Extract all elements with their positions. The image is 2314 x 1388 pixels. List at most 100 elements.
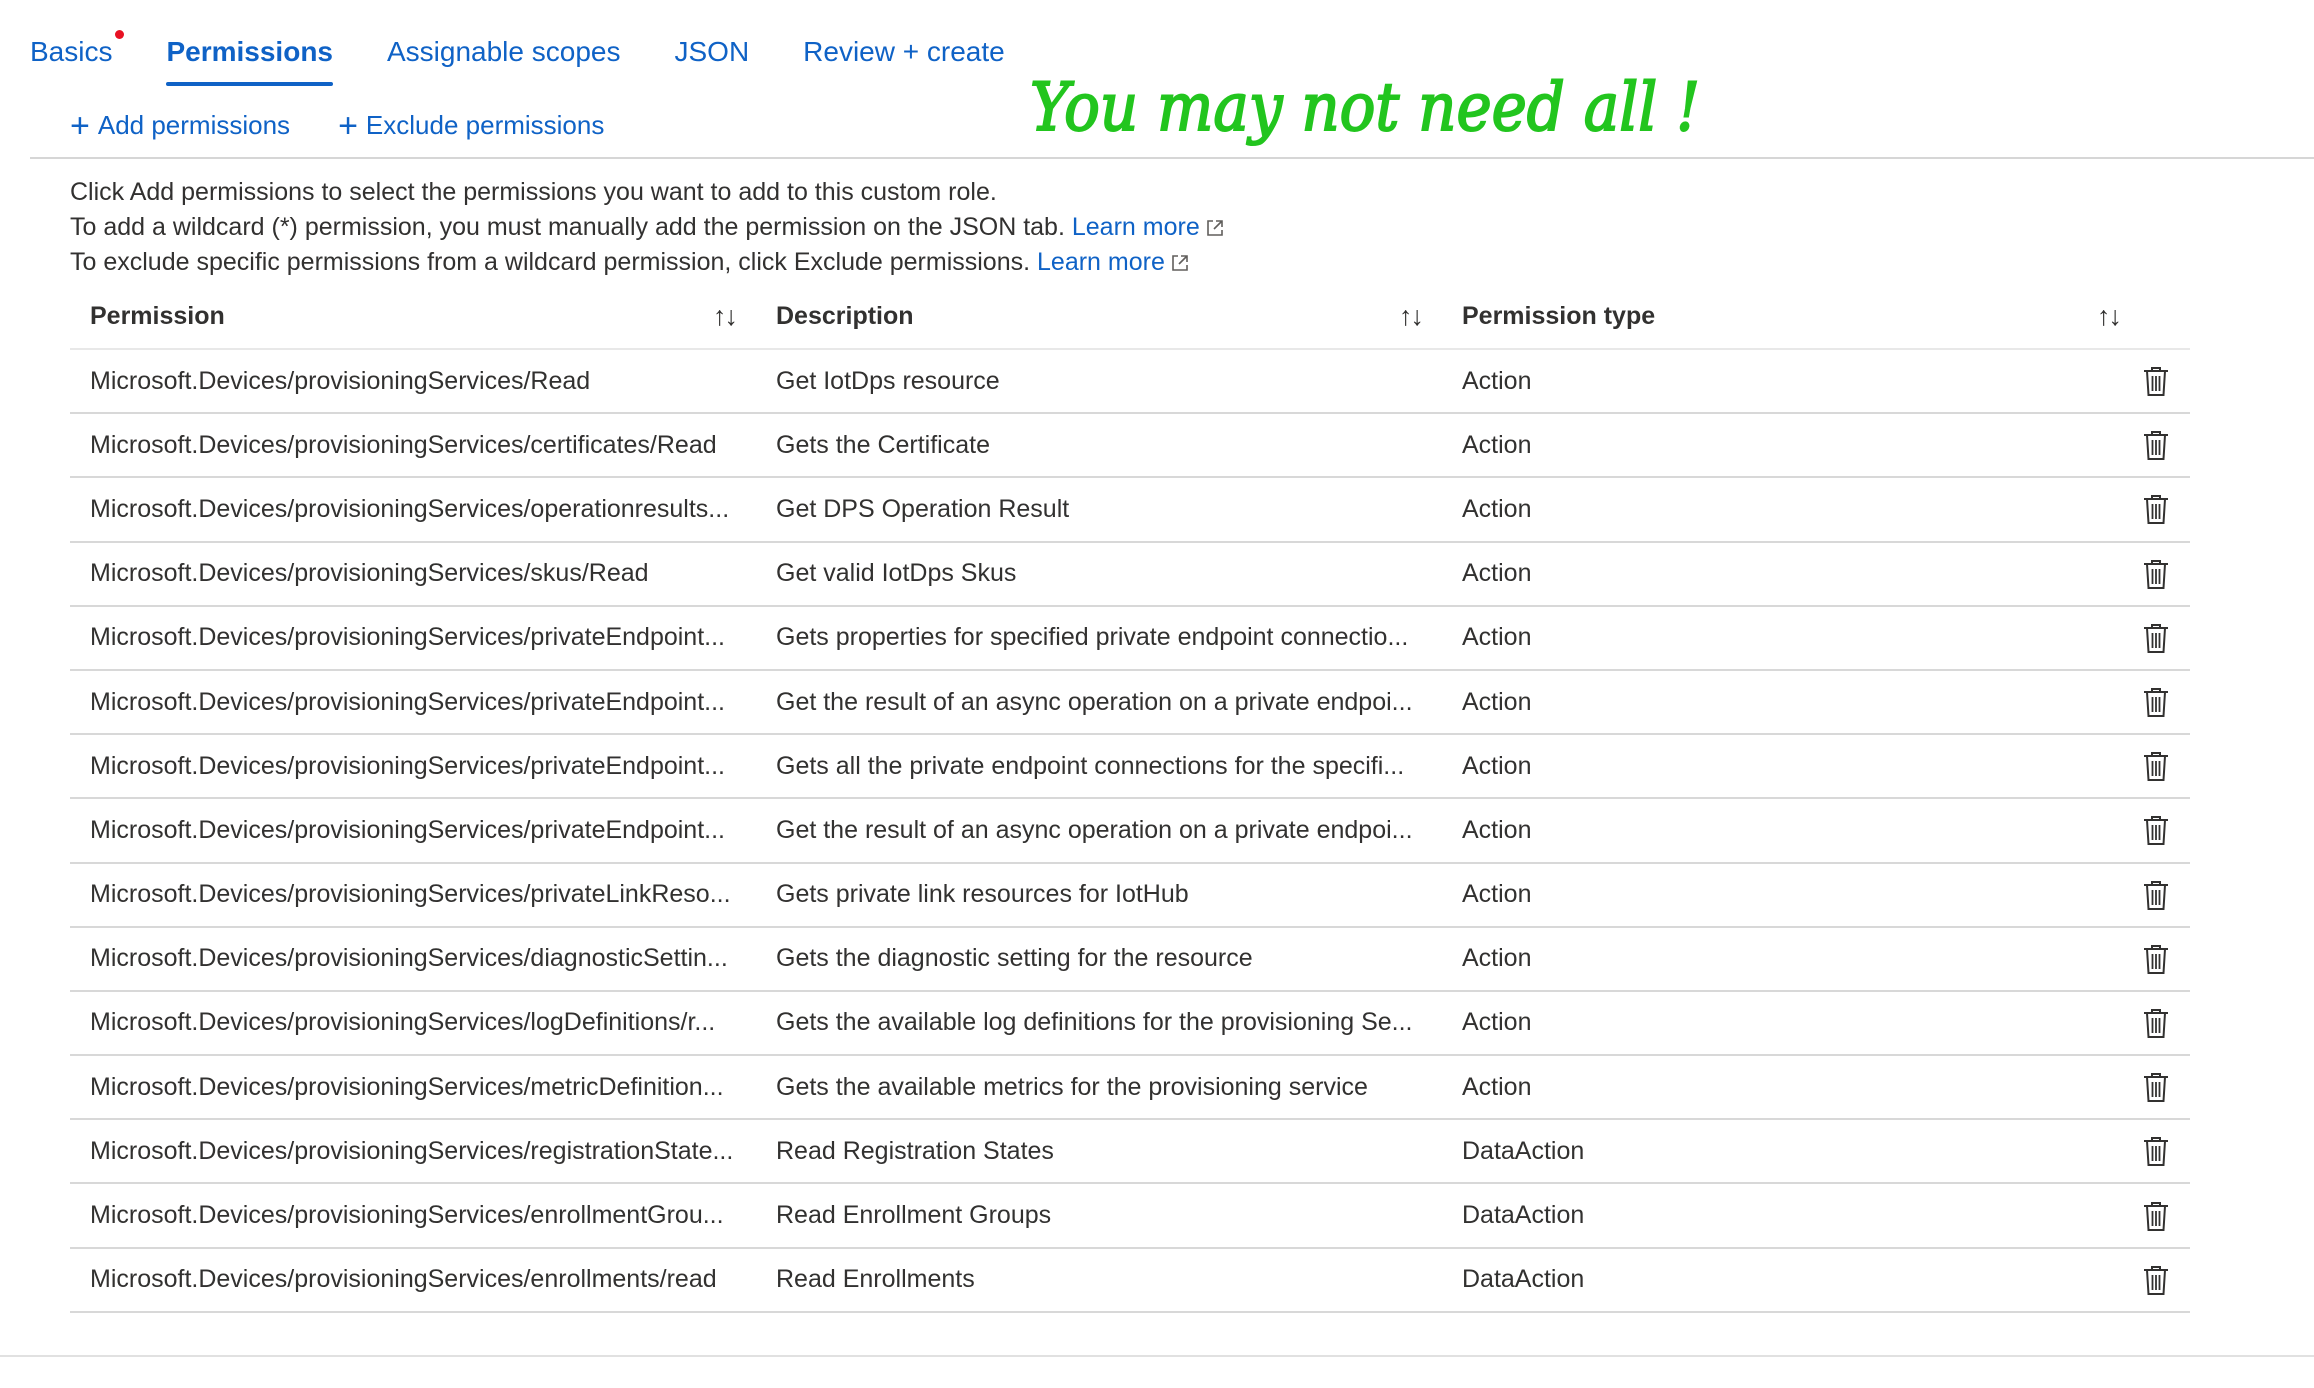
tab-review-create[interactable]: Review + create — [803, 30, 1005, 88]
column-header-label: Permission type — [1462, 302, 1656, 330]
table-row: Microsoft.Devices/provisioningServices/r… — [70, 1120, 2190, 1185]
permission-type-text: Action — [1462, 880, 1532, 909]
trash-icon[interactable] — [2142, 429, 2170, 461]
permission-type-text: Action — [1462, 687, 1532, 716]
permission-type-cell: Action — [1442, 864, 2190, 926]
trash-icon[interactable] — [2142, 1007, 2170, 1039]
permission-type-text: Action — [1462, 815, 1532, 844]
custom-role-permissions-page: Basics Permissions Assignable scopes JSO… — [0, 0, 2314, 1388]
trash-icon[interactable] — [2142, 1071, 2170, 1103]
permission-type-text: Action — [1462, 1072, 1532, 1101]
trash-icon[interactable] — [2142, 1135, 2170, 1167]
exclude-permissions-button[interactable]: + Exclude permissions — [338, 106, 605, 145]
permission-type-text: Action — [1462, 494, 1532, 523]
footer-divider — [0, 1355, 2314, 1357]
permission-cell: Microsoft.Devices/provisioningServices/p… — [90, 687, 725, 716]
learn-more-label: Learn more — [1071, 213, 1200, 241]
permission-type-cell: Action — [1442, 799, 2190, 861]
column-header-permission-type[interactable]: Permission type ↑↓ — [1442, 284, 2190, 349]
description-cell: Get valid IotDps Skus — [776, 559, 1017, 588]
permission-type-text: Action — [1462, 430, 1532, 459]
column-header-description[interactable]: Description ↑↓ — [756, 284, 1442, 349]
permission-type-text: Action — [1462, 944, 1532, 973]
table-row: Microsoft.Devices/provisioningServices/p… — [70, 799, 2190, 864]
trash-icon[interactable] — [2142, 493, 2170, 525]
description-cell: Read Enrollment Groups — [776, 1201, 1052, 1230]
trash-icon[interactable] — [2142, 879, 2170, 911]
trash-icon[interactable] — [2142, 943, 2170, 975]
permission-cell: Microsoft.Devices/provisioningServices/p… — [90, 623, 725, 652]
table-row: Microsoft.Devices/provisioningServices/p… — [70, 607, 2190, 671]
table-row: Microsoft.Devices/provisioningServices/e… — [70, 1249, 2190, 1313]
permission-type-cell: Action — [1442, 607, 2190, 669]
info-line-1: Click Add permissions to select the perm… — [70, 178, 997, 206]
trash-icon[interactable] — [2142, 622, 2170, 654]
description-cell: Gets the available metrics for the provi… — [776, 1072, 1368, 1101]
permission-type-cell: Action — [1442, 1056, 2190, 1118]
description-cell: Gets the available log definitions for t… — [776, 1008, 1413, 1037]
table-row: Microsoft.Devices/provisioningServices/R… — [70, 350, 2190, 415]
permission-type-text: Action — [1462, 559, 1532, 588]
description-cell: Get DPS Operation Result — [776, 494, 1070, 523]
permission-type-cell: Action — [1442, 928, 2190, 990]
tab-assignable-scopes-label: Assignable scopes — [387, 36, 621, 67]
permission-type-text: Action — [1462, 623, 1532, 652]
handwritten-annotation: You may not need all ! — [1030, 68, 1701, 147]
external-link-icon — [1172, 255, 1188, 272]
permission-type-cell: Action — [1442, 671, 2190, 733]
description-cell: Get the result of an async operation on … — [776, 687, 1413, 716]
table-row: Microsoft.Devices/provisioningServices/p… — [70, 735, 2190, 800]
add-permissions-button[interactable]: + Add permissions — [70, 106, 290, 145]
description-cell: Gets the diagnostic setting for the reso… — [776, 944, 1253, 973]
trash-icon[interactable] — [2142, 750, 2170, 782]
permission-type-cell: Action — [1442, 350, 2190, 412]
wizard-tabs: Basics Permissions Assignable scopes JSO… — [30, 30, 1059, 88]
permission-cell: Microsoft.Devices/provisioningServices/R… — [90, 366, 591, 395]
table-row: Microsoft.Devices/provisioningServices/m… — [70, 1056, 2190, 1121]
permission-cell: Microsoft.Devices/provisioningServices/l… — [90, 1008, 716, 1037]
permission-cell: Microsoft.Devices/provisioningServices/p… — [90, 751, 725, 780]
trash-icon[interactable] — [2142, 686, 2170, 718]
permission-cell: Microsoft.Devices/provisioningServices/o… — [90, 494, 730, 523]
description-cell: Get the result of an async operation on … — [776, 815, 1413, 844]
tab-basics[interactable]: Basics — [30, 30, 125, 88]
table-row: Microsoft.Devices/provisioningServices/s… — [70, 543, 2190, 607]
permission-cell: Microsoft.Devices/provisioningServices/r… — [90, 1136, 734, 1165]
sort-icon[interactable]: ↑↓ — [2097, 284, 2122, 349]
column-header-permission[interactable]: Permission ↑↓ — [70, 284, 756, 349]
description-cell: Gets properties for specified private en… — [776, 623, 1409, 652]
description-cell: Read Enrollments — [776, 1265, 975, 1294]
trash-icon[interactable] — [2142, 814, 2170, 846]
table-row: Microsoft.Devices/provisioningServices/c… — [70, 414, 2190, 479]
tab-permissions-label: Permissions — [166, 36, 333, 67]
permission-type-cell: DataAction — [1442, 1184, 2190, 1246]
plus-icon: + — [338, 106, 358, 145]
trash-icon[interactable] — [2142, 1200, 2170, 1232]
permission-type-cell: Action — [1442, 992, 2190, 1054]
table-body: Microsoft.Devices/provisioningServices/R… — [70, 350, 2190, 1313]
sort-icon[interactable]: ↑↓ — [713, 284, 738, 349]
permission-cell: Microsoft.Devices/provisioningServices/m… — [90, 1072, 724, 1101]
tab-review-create-label: Review + create — [803, 36, 1005, 67]
permission-type-text: Action — [1462, 1008, 1532, 1037]
description-cell: Gets private link resources for IotHub — [776, 880, 1189, 909]
trash-icon[interactable] — [2142, 1264, 2170, 1296]
permission-type-text: DataAction — [1462, 1201, 1585, 1230]
annotation-text: You may not need all ! — [1030, 69, 1700, 146]
exclude-permissions-label: Exclude permissions — [365, 110, 605, 140]
permission-type-cell: Action — [1442, 414, 2190, 476]
learn-more-link[interactable]: Learn more — [1072, 213, 1225, 241]
learn-more-link[interactable]: Learn more — [1037, 248, 1190, 276]
plus-icon: + — [70, 106, 90, 145]
tab-permissions[interactable]: Permissions — [166, 30, 333, 88]
trash-icon[interactable] — [2142, 365, 2170, 397]
tab-assignable-scopes[interactable]: Assignable scopes — [387, 30, 620, 88]
permission-type-text: DataAction — [1462, 1136, 1585, 1165]
table-row: Microsoft.Devices/provisioningServices/p… — [70, 864, 2190, 928]
trash-icon[interactable] — [2142, 558, 2170, 590]
permission-type-cell: Action — [1442, 478, 2190, 540]
sort-icon[interactable]: ↑↓ — [1399, 284, 1424, 349]
external-link-icon — [1206, 220, 1223, 237]
tab-json-label: JSON — [674, 36, 750, 67]
tab-json[interactable]: JSON — [674, 30, 749, 88]
